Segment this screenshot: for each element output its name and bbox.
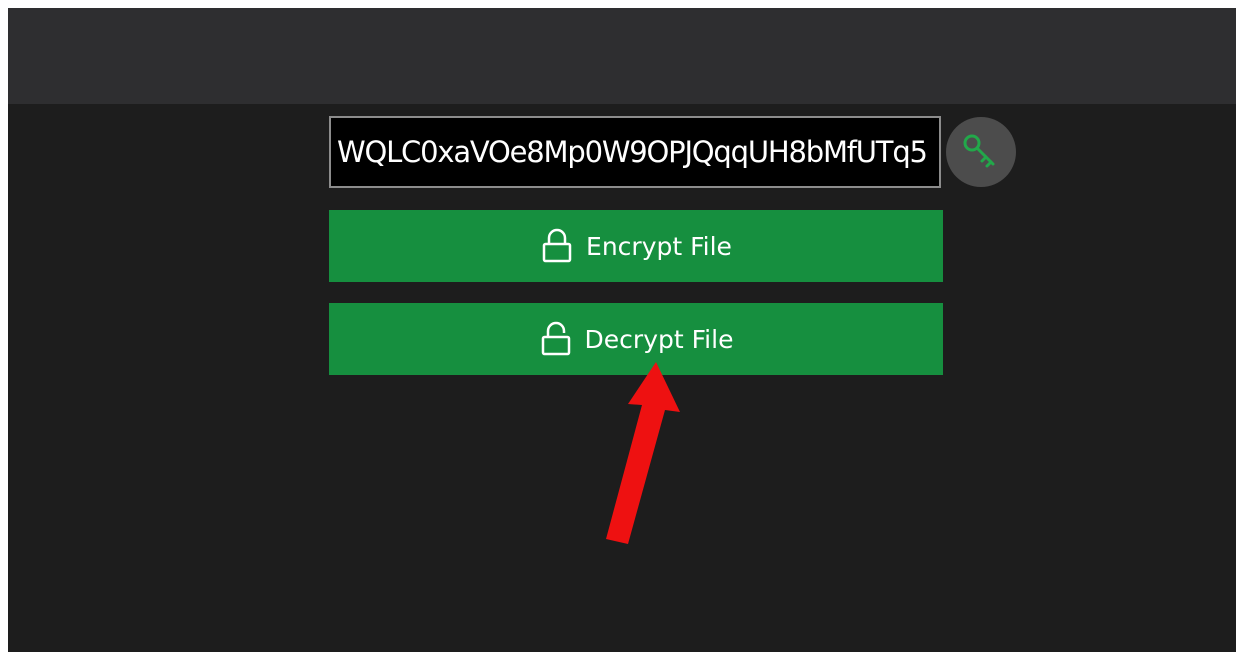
key-icon: [963, 134, 995, 168]
title-bar: [8, 8, 1236, 104]
decrypt-file-label: Decrypt File: [584, 324, 734, 354]
key-input[interactable]: [329, 116, 941, 188]
generate-key-button[interactable]: [946, 117, 1016, 187]
red-arrow-annotation: [606, 362, 680, 544]
encrypt-file-button[interactable]: Encrypt File: [329, 210, 943, 282]
encrypt-file-label: Encrypt File: [586, 231, 732, 261]
app-window: Encrypt File Decrypt File: [8, 8, 1236, 652]
lock-icon: [540, 226, 574, 266]
unlock-icon: [539, 319, 573, 359]
